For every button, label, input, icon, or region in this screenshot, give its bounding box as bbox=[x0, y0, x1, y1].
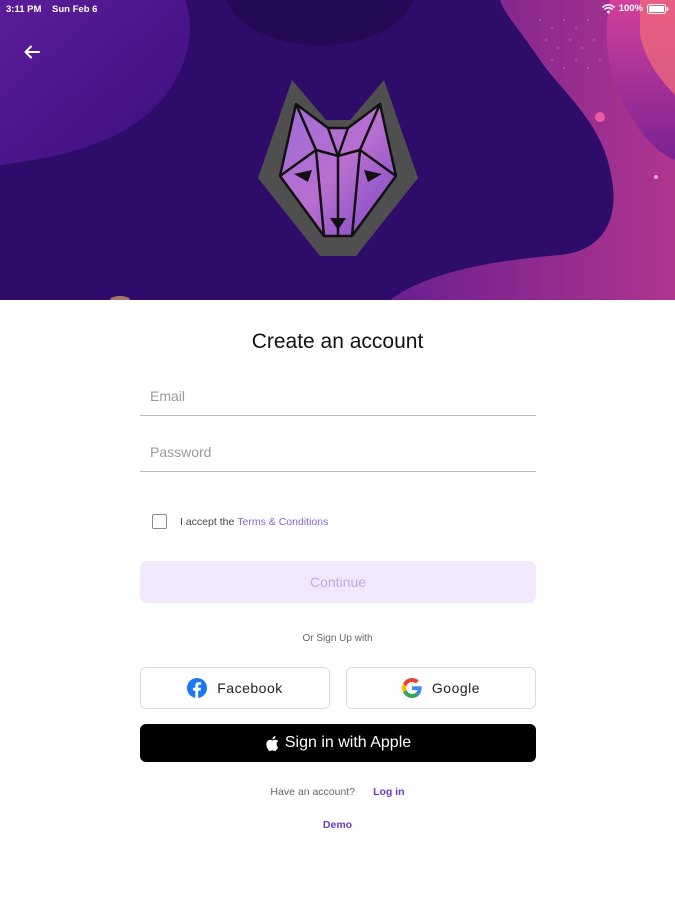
facebook-button[interactable]: Facebook bbox=[140, 667, 330, 709]
google-button[interactable]: Google bbox=[346, 667, 536, 709]
google-label: Google bbox=[431, 680, 481, 696]
password-field[interactable] bbox=[140, 432, 536, 472]
battery-percent: 100% bbox=[618, 3, 643, 14]
wolf-logo-icon bbox=[258, 80, 418, 256]
status-time: 3:11 PM bbox=[6, 4, 42, 15]
login-link[interactable]: Log in bbox=[373, 786, 405, 798]
terms-prefix: I accept the bbox=[180, 515, 235, 528]
status-date: Sun Feb 6 bbox=[52, 4, 98, 15]
battery-icon bbox=[647, 3, 669, 14]
back-button[interactable] bbox=[18, 38, 46, 66]
facebook-label: Facebook bbox=[217, 680, 283, 696]
or-sign-up-text: Or Sign Up with bbox=[302, 633, 373, 644]
facebook-icon bbox=[187, 678, 208, 698]
back-arrow-icon bbox=[24, 45, 40, 59]
have-account-row: Have an account? Log in bbox=[0, 786, 675, 798]
continue-button[interactable]: Continue bbox=[140, 561, 536, 603]
wifi-icon bbox=[601, 3, 615, 13]
apple-icon bbox=[266, 735, 279, 751]
status-bar: 3:11 PM Sun Feb 6 100% bbox=[0, 0, 675, 20]
hero-banner: 3:11 PM Sun Feb 6 100% bbox=[0, 0, 675, 300]
email-field[interactable] bbox=[140, 376, 536, 416]
demo-link[interactable]: Demo bbox=[0, 819, 675, 831]
terms-row: I accept the Terms & Conditions bbox=[152, 514, 328, 529]
have-account-text: Have an account? bbox=[270, 786, 356, 798]
google-icon bbox=[401, 678, 422, 698]
page-title: Create an account bbox=[251, 330, 424, 353]
terms-checkbox[interactable] bbox=[152, 514, 167, 529]
terms-link[interactable]: Terms & Conditions bbox=[237, 516, 328, 528]
apple-sign-in-button[interactable]: Sign in with Apple bbox=[140, 724, 536, 762]
apple-label: Sign in with Apple bbox=[284, 734, 412, 751]
